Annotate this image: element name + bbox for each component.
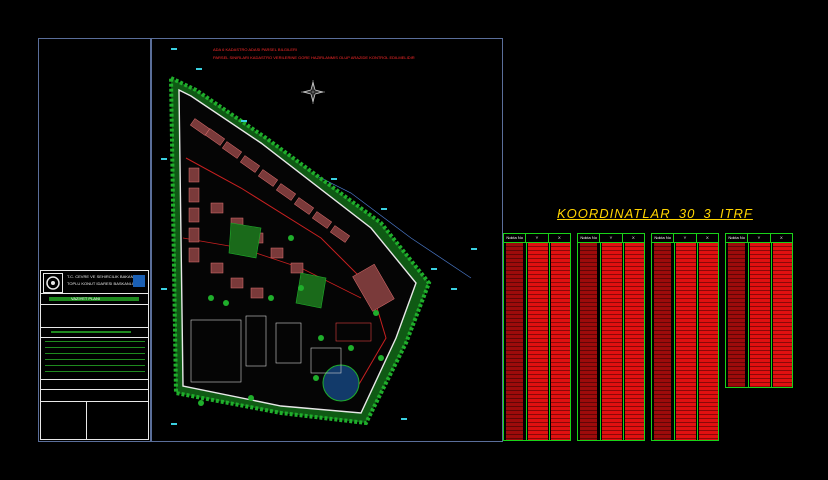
org-line-1: T.C. CEVRE VE SEHIRCILIK BAKANLIGI [67, 274, 142, 279]
site-plan-drawing[interactable] [151, 38, 503, 442]
org-line-2: TOPLU KONUT IDARESI BASKANLIGI [67, 281, 138, 286]
coordinate-table-3: Nokta No Y X [651, 233, 719, 441]
title-block: T.C. CEVRE VE SEHIRCILIK BAKANLIGI TOPLU… [40, 270, 149, 440]
project-name: VAZIYET PLANI [71, 296, 100, 301]
ministry-logo-icon [43, 273, 63, 293]
coordinate-table-1: Nokta No Y X [503, 233, 571, 441]
toki-logo-icon [133, 275, 145, 287]
north-arrow-icon [301, 80, 325, 104]
coordinate-table-4: Nokta No Y X [725, 233, 793, 388]
coordinates-title: KOORDINATLAR_30_3_ITRF [557, 206, 753, 221]
coordinate-table-2: Nokta No Y X [577, 233, 645, 441]
